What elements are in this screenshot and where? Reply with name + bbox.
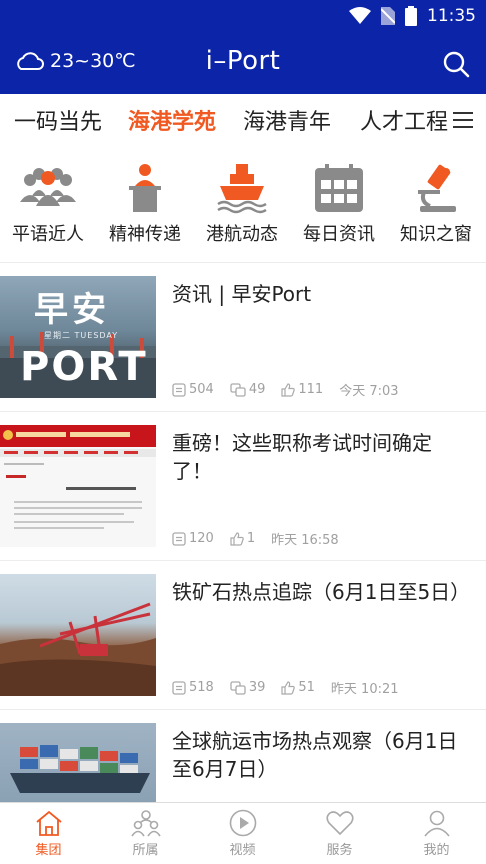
- tab-rencai-gongcheng[interactable]: 人才工程: [360, 104, 448, 136]
- comment-icon: [172, 531, 186, 546]
- no-sim-icon: [381, 7, 395, 25]
- user-icon: [423, 810, 450, 837]
- nav-label: 服务: [326, 843, 353, 858]
- like-count: 1: [230, 531, 255, 546]
- shortcut-label: 精神传递: [109, 224, 181, 245]
- share-icon: [230, 680, 246, 695]
- publish-time: 昨天 10:21: [330, 682, 399, 697]
- article-divider: [0, 411, 486, 412]
- search-icon[interactable]: [442, 50, 470, 78]
- article-meta: 518 39 51 昨天 10:21: [172, 678, 415, 697]
- comment-count: 120: [172, 531, 214, 546]
- status-icons: 11:35: [349, 6, 476, 26]
- calendar-icon: [315, 164, 363, 212]
- microscope-icon: [418, 164, 456, 212]
- tab-haigang-qingnian[interactable]: 海港青年: [243, 104, 331, 136]
- article-meta: 504 49 111 今天 7:03: [172, 380, 415, 399]
- play-video-icon: [229, 809, 256, 837]
- shortcut-jingshen[interactable]: 精神传递: [97, 162, 193, 246]
- section-divider: [0, 262, 486, 263]
- shortcut-grid: 平语近人 精神传递 港航动态 每日资讯 知识之窗: [0, 150, 486, 262]
- nav-shipin[interactable]: 视频: [194, 809, 291, 858]
- share-icon: [230, 382, 246, 397]
- thumbs-up-icon: [230, 531, 244, 546]
- status-time: 11:35: [427, 6, 476, 26]
- nav-label: 集团: [35, 843, 62, 858]
- article-divider: [0, 560, 486, 561]
- comment-count: 518: [172, 680, 214, 695]
- article-item[interactable]: 早安 星期二 TUESDAY PORT 资讯 | 早安Port 504 49 1…: [0, 264, 486, 412]
- nav-label: 所属: [132, 843, 159, 858]
- article-title: 重磅！这些职称考试时间确定了！: [172, 431, 432, 483]
- app-title: i–Port: [205, 46, 281, 76]
- comment-count: 504: [172, 382, 214, 397]
- home-icon: [35, 810, 62, 836]
- category-tabs: 一码当先 海港学苑 海港青年 人才工程: [0, 94, 486, 144]
- share-count: 39: [230, 680, 265, 695]
- article-item[interactable]: 铁矿石热点追踪（6月1日至5日） 518 39 51 昨天 10:21: [0, 562, 486, 710]
- article-title: 全球航运市场热点观察（6月1日至6月7日）: [172, 729, 458, 781]
- share-count: 49: [230, 382, 265, 397]
- shortcut-label: 平语近人: [12, 224, 84, 245]
- publish-time: 今天 7:03: [339, 384, 399, 399]
- shortcut-zhishi[interactable]: 知识之窗: [388, 162, 484, 246]
- shortcut-pingyu[interactable]: 平语近人: [0, 162, 96, 246]
- org-people-icon: [130, 810, 161, 837]
- comment-icon: [172, 680, 186, 695]
- article-thumbnail: [0, 425, 156, 547]
- article-thumbnail: [0, 723, 156, 802]
- article-title: 铁矿石热点追踪（6月1日至5日）: [172, 580, 471, 604]
- wifi-icon: [349, 7, 371, 24]
- article-item[interactable]: 全球航运市场热点观察（6月1日至6月7日）: [0, 711, 486, 802]
- nav-wode[interactable]: 我的: [388, 809, 485, 858]
- thumb-big-text: 早安: [34, 290, 110, 330]
- group-people-icon: [20, 168, 76, 206]
- status-bar: 11:35: [0, 0, 486, 34]
- like-count: 51: [281, 680, 315, 695]
- nav-suoshu[interactable]: 所属: [97, 809, 194, 858]
- thumbs-up-icon: [281, 382, 296, 397]
- container-ship-image: [10, 745, 150, 793]
- nav-label: 视频: [229, 843, 256, 858]
- thumb-port-text: PORT: [20, 344, 148, 390]
- article-divider: [0, 709, 486, 710]
- tab-haigang-xueyuan[interactable]: 海港学苑: [128, 104, 216, 136]
- shortcut-label: 知识之窗: [400, 224, 472, 245]
- publish-time: 昨天 16:58: [271, 533, 339, 548]
- thumb-small-text: 星期二 TUESDAY: [44, 331, 119, 340]
- nav-label: 我的: [423, 843, 450, 858]
- article-thumbnail: [0, 574, 156, 696]
- nav-fuwu[interactable]: 服务: [291, 809, 388, 858]
- article-thumbnail: 早安 星期二 TUESDAY PORT: [0, 276, 156, 398]
- shortcut-ganghang[interactable]: 港航动态: [194, 162, 290, 246]
- nav-jituan[interactable]: 集团: [0, 809, 97, 858]
- article-title: 资讯 | 早安Port: [172, 282, 312, 306]
- like-count: 111: [281, 382, 323, 397]
- ship-icon: [217, 164, 267, 214]
- bottom-navigation: 集团 所属 视频 服务 我的: [0, 802, 486, 864]
- shortcut-meiri[interactable]: 每日资讯: [291, 162, 387, 246]
- website-screenshot-image: [0, 425, 156, 529]
- iron-ore-loader-image: [0, 602, 156, 696]
- menu-icon[interactable]: [450, 108, 476, 132]
- speaker-podium-icon: [129, 164, 161, 212]
- shortcut-label: 港航动态: [206, 224, 278, 245]
- article-meta: 120 1 昨天 16:58: [172, 529, 355, 548]
- battery-icon: [405, 6, 417, 26]
- comment-icon: [172, 382, 186, 397]
- heart-icon: [325, 811, 354, 836]
- article-item[interactable]: 重磅！这些职称考试时间确定了！ 120 1 昨天 16:58: [0, 413, 486, 561]
- thumbs-up-icon: [281, 680, 296, 695]
- tab-yima[interactable]: 一码当先: [14, 104, 102, 136]
- app-header: 23~30℃ i–Port: [0, 34, 486, 94]
- shortcut-label: 每日资讯: [303, 224, 375, 245]
